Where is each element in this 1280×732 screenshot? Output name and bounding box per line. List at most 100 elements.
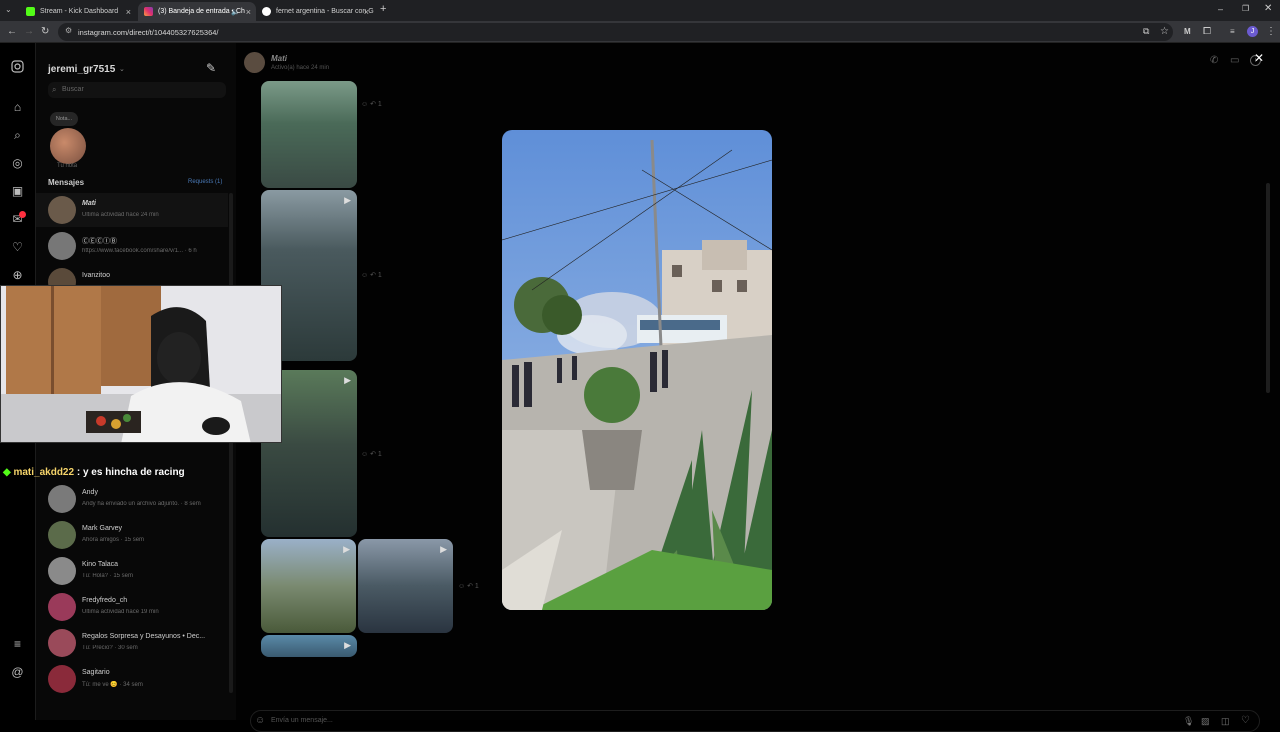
webcam-overlay bbox=[0, 285, 282, 443]
emoji-icon[interactable]: ☺ bbox=[255, 711, 265, 731]
search-icon[interactable]: ⌕ bbox=[10, 128, 25, 143]
conversation-name: Andy bbox=[82, 489, 98, 496]
heart-icon[interactable]: ♡ bbox=[1241, 711, 1250, 731]
composer-placeholder: Envía un mensaje... bbox=[271, 717, 333, 724]
conversation-item[interactable]: ⒸⒺⒸⒾⒷ https://www.facebook.com/share/v/1.… bbox=[48, 232, 238, 266]
close-tab-icon[interactable]: × bbox=[364, 7, 369, 17]
avatar bbox=[48, 557, 76, 585]
avatar bbox=[48, 485, 76, 513]
avatar bbox=[48, 232, 76, 260]
thread-scrollbar[interactable] bbox=[1266, 183, 1270, 393]
play-icon: ▶ bbox=[344, 195, 351, 205]
message-photo[interactable] bbox=[261, 81, 357, 188]
contact-avatar[interactable] bbox=[244, 52, 265, 73]
video-call-icon[interactable]: ▭ bbox=[1230, 55, 1239, 66]
avatar bbox=[48, 196, 76, 224]
instagram-logo-icon[interactable] bbox=[10, 60, 25, 75]
tab-kick[interactable]: Stream - Kick Dashboard × bbox=[20, 2, 136, 21]
tab-search-icon[interactable]: ⌄ bbox=[5, 5, 12, 14]
microphone-icon[interactable]: 🎙 bbox=[1183, 711, 1194, 731]
media-icon[interactable]: ≡ bbox=[1230, 25, 1235, 38]
conversation-name: Ivanzitoo bbox=[82, 272, 111, 279]
chat-badge-icon: ◆ bbox=[3, 467, 14, 478]
message-video[interactable]: ▶ bbox=[261, 539, 356, 633]
create-icon[interactable]: ⊕ bbox=[10, 268, 25, 283]
new-message-icon[interactable]: ✎ bbox=[206, 61, 216, 75]
phone-icon[interactable]: ✆ bbox=[1210, 55, 1218, 66]
conversation-item[interactable]: Regalos Sorpresa y Desayunos • Dec... Tú:… bbox=[48, 629, 238, 663]
username-header[interactable]: jeremi_gr7515 bbox=[48, 64, 115, 75]
threads-icon[interactable]: @ bbox=[10, 665, 25, 680]
conversation-preview: Tú: Hola? · 15 sem bbox=[82, 573, 134, 579]
google-icon bbox=[262, 7, 271, 16]
extensions-icon[interactable]: ⧠ bbox=[1203, 25, 1211, 38]
conversation-preview: Andy ha enviado un archivo adjunto. · 8 … bbox=[82, 501, 201, 507]
scrollbar[interactable] bbox=[229, 193, 233, 693]
conversation-preview: Ahora amigos · 15 sem bbox=[82, 537, 145, 543]
tab-google-label: fernet argentina - Buscar con G bbox=[276, 8, 374, 15]
image-icon[interactable]: ▨ bbox=[1201, 711, 1210, 731]
conversation-item[interactable]: Sagitario Tú: me ve 😊 · 34 sem bbox=[48, 665, 238, 699]
reaction-icons[interactable]: ☺ ↶ 1 bbox=[361, 100, 382, 108]
bookmark-star-icon[interactable]: ☆ bbox=[1160, 25, 1169, 38]
search-input[interactable]: ⌕ Buscar bbox=[48, 82, 226, 98]
conversation-item[interactable]: Mark Garvey Ahora amigos · 15 sem bbox=[48, 521, 238, 555]
conversation-item[interactable]: Andy Andy ha enviado un archivo adjunto. … bbox=[48, 485, 238, 519]
note-avatar[interactable] bbox=[50, 128, 86, 164]
tab-google[interactable]: fernet argentina - Buscar con G × bbox=[256, 2, 374, 21]
speaker-icon[interactable]: 🔈 bbox=[231, 8, 240, 16]
minimize-icon[interactable]: – bbox=[1218, 4, 1223, 14]
chevron-down-icon[interactable]: ⌄ bbox=[119, 65, 125, 73]
tab-instagram[interactable]: (3) Bandeja de entrada • Ch 🔈 × bbox=[138, 2, 256, 21]
reload-icon[interactable]: ↻ bbox=[41, 25, 49, 38]
reels-icon[interactable]: ▣ bbox=[10, 184, 25, 199]
site-info-icon[interactable]: ⚙ bbox=[65, 26, 72, 35]
conversation-preview: https://www.facebook.com/share/v/1... · … bbox=[82, 248, 197, 254]
heart-icon[interactable]: ♡ bbox=[10, 240, 25, 255]
sticker-icon[interactable]: ◫ bbox=[1221, 711, 1230, 731]
conversation-name: Mati bbox=[82, 200, 96, 207]
avatar bbox=[48, 665, 76, 693]
viewer-close-icon[interactable]: ✕ bbox=[1254, 51, 1264, 65]
avatar bbox=[48, 629, 76, 657]
back-icon[interactable]: ← bbox=[7, 25, 17, 38]
avatar bbox=[48, 521, 76, 549]
close-window-icon[interactable]: ✕ bbox=[1264, 3, 1272, 14]
conversation-item[interactable]: Kino Talaca Tú: Hola? · 15 sem bbox=[48, 557, 238, 591]
close-tab-icon[interactable]: × bbox=[246, 7, 251, 17]
play-icon: ▶ bbox=[343, 544, 350, 554]
media-viewer-video[interactable] bbox=[502, 130, 772, 610]
reaction-icons[interactable]: ☺ ↶ 1 bbox=[361, 450, 382, 458]
chat-text: : y es hincha de racing bbox=[76, 467, 185, 478]
conversation-preview: Última actividad hace 24 min bbox=[82, 212, 159, 218]
conversation-name: Kino Talaca bbox=[82, 561, 119, 568]
conversation-name: Regalos Sorpresa y Desayunos • Dec... bbox=[82, 633, 206, 640]
new-tab-button[interactable]: + bbox=[380, 3, 386, 15]
close-tab-icon[interactable]: × bbox=[126, 7, 131, 17]
contact-status: Activo(a) hace 24 min bbox=[271, 65, 330, 71]
menu-icon[interactable]: ≡ bbox=[10, 637, 25, 652]
forward-icon[interactable]: → bbox=[24, 25, 34, 38]
conversation-item[interactable]: Mati Última actividad hace 24 min bbox=[48, 196, 238, 230]
extension-m-icon[interactable]: M bbox=[1184, 25, 1191, 38]
note-bubble[interactable]: Nota... bbox=[50, 112, 78, 126]
conversation-preview: Última actividad hace 19 min bbox=[82, 609, 159, 615]
tab-kick-label: Stream - Kick Dashboard bbox=[40, 8, 119, 15]
reaction-icons[interactable]: ☺ ↶ 1 bbox=[361, 271, 382, 279]
explore-icon[interactable]: ◎ bbox=[10, 156, 25, 171]
reaction-icons[interactable]: ☺ ↶ 1 bbox=[458, 582, 479, 590]
install-icon[interactable]: ⧉ bbox=[1143, 25, 1149, 38]
requests-link[interactable]: Requests (1) bbox=[188, 179, 222, 185]
maximize-icon[interactable]: ❐ bbox=[1242, 4, 1249, 13]
address-bar[interactable]: ⚙ instagram.com/direct/t/104405327625364… bbox=[58, 23, 1173, 41]
browser-menu-icon[interactable]: ⋮ bbox=[1266, 25, 1276, 38]
contact-name[interactable]: Mati bbox=[271, 54, 287, 63]
message-video[interactable]: ▶ bbox=[261, 635, 357, 657]
conversation-item[interactable]: Fredyfredo_ch Última actividad hace 19 mi… bbox=[48, 593, 238, 627]
home-icon[interactable]: ⌂ bbox=[10, 100, 25, 115]
message-composer[interactable]: ☺ Envía un mensaje... 🎙 ▨ ◫ ♡ bbox=[250, 710, 1260, 732]
conversation-name: Fredyfredo_ch bbox=[82, 597, 128, 604]
message-video[interactable]: ▶ bbox=[358, 539, 453, 633]
profile-avatar[interactable]: J bbox=[1247, 26, 1258, 37]
note-label: Tu nota bbox=[57, 163, 78, 169]
